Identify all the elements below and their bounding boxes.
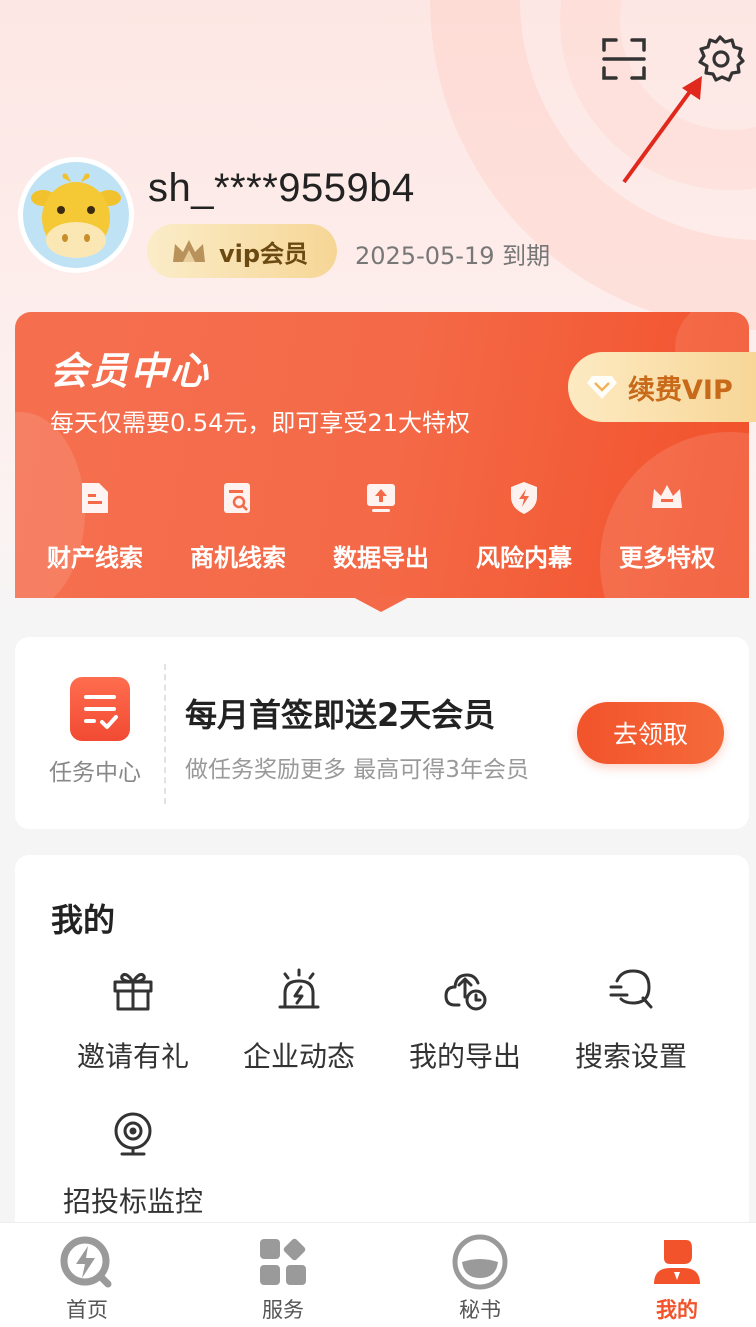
mine-section-title: 我的 [51, 901, 116, 939]
privilege-label: 更多特权 [619, 544, 715, 572]
task-center-label[interactable]: 任务中心 [49, 753, 141, 787]
privilege-asset-clues[interactable]: 财产线索 [25, 478, 165, 573]
privilege-label: 数据导出 [333, 544, 429, 572]
alarm-icon [219, 965, 379, 1015]
task-subtitle: 做任务奖励更多 最高可得3年会员 [185, 757, 529, 783]
vip-label: vip会员 [219, 239, 309, 268]
nav-label: 秘书 [459, 1298, 501, 1322]
tool-company-news[interactable]: 企业动态 [219, 965, 379, 1075]
privilege-label: 风险内幕 [476, 544, 572, 572]
profile-icon [617, 1236, 737, 1288]
tool-invite-gift[interactable]: 邀请有礼 [53, 965, 213, 1075]
crown-icon [597, 478, 737, 518]
renew-vip-label: 续费VIP [628, 374, 733, 406]
privilege-risk-insider[interactable]: 风险内幕 [454, 478, 594, 573]
export-icon [385, 965, 545, 1015]
member-center-title: 会员中心 [50, 349, 211, 393]
nav-label: 服务 [262, 1298, 304, 1322]
nav-mine[interactable]: 我的 [617, 1236, 737, 1324]
privilege-more[interactable]: 更多特权 [597, 478, 737, 573]
privilege-label: 商机线索 [190, 544, 286, 572]
nav-service[interactable]: 服务 [223, 1236, 343, 1324]
tool-label: 邀请有礼 [76, 1040, 189, 1073]
search-document-icon [168, 478, 308, 518]
tool-label: 搜索设置 [574, 1040, 687, 1073]
cow-avatar-icon [31, 173, 121, 258]
task-list-icon[interactable] [70, 677, 130, 741]
avatar[interactable] [18, 157, 134, 273]
card-notch [351, 596, 411, 612]
divider [164, 664, 166, 804]
privilege-data-export[interactable]: 数据导出 [311, 478, 451, 573]
upload-icon [311, 478, 451, 518]
task-title: 每月首签即送2天会员 [185, 696, 496, 734]
privilege-label: 财产线索 [47, 544, 143, 572]
nav-secretary[interactable]: 秘书 [420, 1234, 540, 1324]
camera-icon [53, 1110, 213, 1160]
secretary-icon [420, 1234, 540, 1290]
nav-home[interactable]: 首页 [27, 1236, 147, 1324]
tool-label: 招投标监控 [62, 1185, 203, 1218]
diamond-icon [587, 376, 617, 399]
search-settings-icon [551, 965, 711, 1015]
tool-search-settings[interactable]: 搜索设置 [551, 965, 711, 1075]
tool-bid-monitor[interactable]: 招投标监控 [53, 1110, 213, 1220]
privilege-business-clues[interactable]: 商机线索 [168, 478, 308, 573]
member-center-subtitle: 每天仅需要0.54元，即可享受21大特权 [50, 409, 470, 437]
shield-icon [454, 478, 594, 518]
grid-icon [223, 1236, 343, 1288]
username: sh_****9559b4 [148, 166, 415, 210]
gift-icon [53, 965, 213, 1015]
nav-label: 首页 [66, 1298, 108, 1322]
document-icon [25, 478, 165, 518]
tool-my-export[interactable]: 我的导出 [385, 965, 545, 1075]
tool-label: 企业动态 [242, 1040, 355, 1073]
vip-badge[interactable]: vip会员 [147, 224, 337, 278]
annotation-arrow [622, 76, 702, 184]
home-icon [27, 1236, 147, 1288]
tool-label: 我的导出 [408, 1040, 521, 1073]
crown-icon [173, 240, 205, 262]
claim-button[interactable]: 去领取 [577, 702, 724, 764]
nav-label: 我的 [656, 1298, 698, 1322]
expire-date: 2025-05-19 到期 [355, 242, 551, 270]
renew-vip-button[interactable]: 续费VIP [568, 352, 756, 422]
